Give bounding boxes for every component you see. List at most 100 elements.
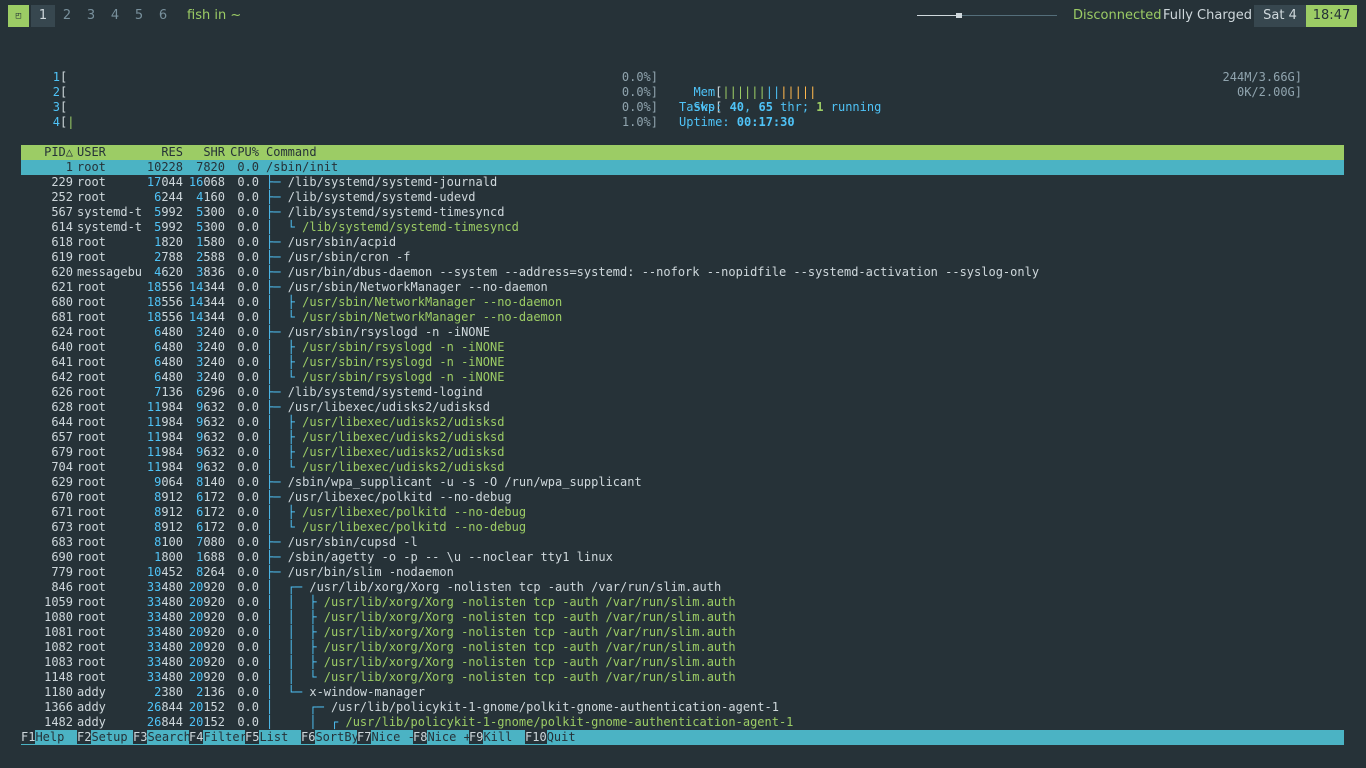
shr-cell: 9632 [196, 460, 225, 474]
table-row[interactable]: 657 root 11984 9632 0.0 │ ├ /usr/libexec/udis… [21, 430, 1344, 445]
threads-label: thr; [772, 100, 817, 114]
workspace-6[interactable]: 6 [151, 5, 175, 27]
fkey-label: Kill [483, 730, 527, 744]
table-row[interactable]: 628 root 11984 9632 0.0 ├─ /usr/libexec/udisk… [21, 400, 1344, 415]
cpu-cell: 0.0 [237, 400, 259, 414]
workspace-3[interactable]: 3 [79, 5, 103, 27]
table-row[interactable]: 252 root 6244 4160 0.0 ├─ /lib/systemd/system… [21, 190, 1344, 205]
grid-icon[interactable]: ◰ [8, 5, 29, 27]
table-row[interactable]: 1080 root 33480 20920 0.0 │ │ ├ /usr/lib/xorg… [21, 610, 1344, 625]
table-row[interactable]: 704 root 11984 9632 0.0 │ └ /usr/libexec/udis… [21, 460, 1344, 475]
table-row[interactable]: 1082 root 33480 20920 0.0 │ │ ├ /usr/lib/xorg… [21, 640, 1344, 655]
command-cell: ├─ /usr/libexec/udisks2/udisksd [266, 400, 490, 415]
fkey-f8[interactable]: F8Nice + [413, 730, 471, 745]
table-row[interactable]: 690 root 1800 1688 0.0 ├─ /sbin/agetty -o -p … [21, 550, 1344, 565]
shr-cell: 2136 [196, 685, 225, 699]
tasks-count: 40 [729, 100, 745, 114]
fkey-key: F9 [469, 730, 484, 744]
fkey-f1[interactable]: F1Help [21, 730, 79, 745]
table-row[interactable]: 626 root 7136 6296 0.0 ├─ /lib/systemd/system… [21, 385, 1344, 400]
table-row[interactable]: 1482 addy 26844 20152 0.0 │ │ ┌ /usr/lib/poli… [21, 715, 1344, 730]
table-row[interactable]: 618 root 1820 1580 0.0 ├─ /usr/sbin/acpid [21, 235, 1344, 250]
table-row[interactable]: 673 root 8912 6172 0.0 │ └ /usr/libexec/polki… [21, 520, 1344, 535]
workspace-2[interactable]: 2 [55, 5, 79, 27]
command-text: /usr/libexec/udisks2/udisksd [302, 415, 505, 429]
volume-knob[interactable] [956, 13, 963, 18]
table-row[interactable]: 683 root 8100 7080 0.0 ├─ /usr/sbin/cupsd -l [21, 535, 1344, 550]
workspace-5[interactable]: 5 [127, 5, 151, 27]
table-row[interactable]: 1 root 10228 7820 0.0/sbin/init [21, 160, 1344, 175]
table-row[interactable]: 629 root 9064 8140 0.0 ├─ /sbin/wpa_supplican… [21, 475, 1344, 490]
tree-branch: ├─ [266, 475, 288, 489]
table-row[interactable]: 1059 root 33480 20920 0.0 │ │ ├ /usr/lib/xorg… [21, 595, 1344, 610]
cpu-cell: 0.0 [237, 340, 259, 354]
table-row[interactable]: 624 root 6480 3240 0.0 ├─ /usr/sbin/rsyslogd … [21, 325, 1344, 340]
fkey-f5[interactable]: F5List [245, 730, 303, 745]
tree-branch: ├─ [266, 205, 288, 219]
shr-cell: 9632 [196, 400, 225, 414]
battery-status[interactable]: Fully Charged [1163, 5, 1252, 27]
col-pid[interactable]: PID△ [21, 145, 73, 160]
col-res[interactable]: RES [139, 145, 183, 160]
command-cell: │ └ /lib/systemd/systemd-timesyncd [266, 220, 519, 235]
tree-branch: │ ├ [266, 355, 303, 369]
table-row[interactable]: 846 root 33480 20920 0.0 │ ┌─ /usr/lib/xorg/X… [21, 580, 1344, 595]
pid-cell: 779 [51, 565, 73, 579]
fkey-f6[interactable]: F6SortBy [301, 730, 359, 745]
window-title: fish in ~ [187, 8, 242, 23]
table-row[interactable]: 229 root 17044 16068 0.0 ├─ /lib/systemd/syst… [21, 175, 1344, 190]
table-row[interactable]: 641 root 6480 3240 0.0 │ ├ /usr/sbin/rsyslogd… [21, 355, 1344, 370]
fkey-f3[interactable]: F3Search [133, 730, 191, 745]
table-row[interactable]: 671 root 8912 6172 0.0 │ ├ /usr/libexec/polki… [21, 505, 1344, 520]
table-row[interactable]: 679 root 11984 9632 0.0 │ ├ /usr/libexec/udis… [21, 445, 1344, 460]
user-cell: systemd-t [77, 205, 143, 219]
table-row[interactable]: 1148 root 33480 20920 0.0 │ │ └ /usr/lib/xorg… [21, 670, 1344, 685]
col-shr[interactable]: SHR [183, 145, 225, 160]
command-cell: │ ├ /usr/sbin/NetworkManager --no-daemon [266, 295, 562, 310]
pid-cell: 657 [51, 430, 73, 444]
fkey-f9[interactable]: F9Kill [469, 730, 527, 745]
workspace-1[interactable]: 1 [31, 5, 55, 27]
tree-branch: │ │ ├ [266, 640, 324, 654]
table-row[interactable]: 642 root 6480 3240 0.0 │ └ /usr/sbin/rsyslogd… [21, 370, 1344, 385]
col-user[interactable]: USER [77, 145, 147, 160]
table-row[interactable]: 1083 root 33480 20920 0.0 │ │ ├ /usr/lib/xorg… [21, 655, 1344, 670]
table-row[interactable]: 640 root 6480 3240 0.0 │ ├ /usr/sbin/rsyslogd… [21, 340, 1344, 355]
shr-cell: 20920 [188, 655, 225, 669]
table-row[interactable]: 1081 root 33480 20920 0.0 │ │ ├ /usr/lib/xorg… [21, 625, 1344, 640]
table-row[interactable]: 680 root 18556 14344 0.0 │ ├ /usr/sbin/Networ… [21, 295, 1344, 310]
table-row[interactable]: 644 root 11984 9632 0.0 │ ├ /usr/libexec/udis… [21, 415, 1344, 430]
fkey-f4[interactable]: F4Filter [189, 730, 247, 745]
command-text: /usr/sbin/rsyslogd -n -iNONE [302, 370, 505, 384]
table-row[interactable]: 779 root 10452 8264 0.0 ├─ /usr/bin/slim -nod… [21, 565, 1344, 580]
table-row[interactable]: 619 root 2788 2588 0.0 ├─ /usr/sbin/cron -f [21, 250, 1344, 265]
pid-cell: 1148 [44, 670, 73, 684]
shr-cell: 3240 [196, 355, 225, 369]
volume-slider[interactable] [917, 13, 1057, 18]
table-row[interactable]: 614 systemd-t 5992 5300 0.0 │ └ /lib/systemd/… [21, 220, 1344, 235]
col-cpu[interactable]: CPU% [225, 145, 259, 160]
network-status[interactable]: Disconnected [1073, 5, 1161, 27]
table-row[interactable]: 620 messagebu 4620 3836 0.0 ├─ /usr/bin/dbus-… [21, 265, 1344, 280]
col-command[interactable]: Command [266, 145, 317, 160]
table-row[interactable]: 621 root 18556 14344 0.0 ├─ /usr/sbin/Network… [21, 280, 1344, 295]
table-row[interactable]: 1180 addy 2380 2136 0.0 │ └─ x-window-manager [21, 685, 1344, 700]
shr-cell: 6172 [196, 520, 225, 534]
res-cell: 7136 [154, 385, 183, 399]
mem-meter: Mem[||||||||||||| [693, 85, 817, 99]
table-row[interactable]: 1366 addy 26844 20152 0.0 │ ┌─ /usr/lib/polic… [21, 700, 1344, 715]
shr-cell: 3240 [196, 370, 225, 384]
table-row[interactable]: 567 systemd-t 5992 5300 0.0 ├─ /lib/systemd/s… [21, 205, 1344, 220]
pid-cell: 640 [51, 340, 73, 354]
fkey-f2[interactable]: F2Setup [77, 730, 135, 745]
fkey-f7[interactable]: F7Nice - [357, 730, 415, 745]
table-row[interactable]: 670 root 8912 6172 0.0 ├─ /usr/libexec/polkit… [21, 490, 1344, 505]
table-row[interactable]: 681 root 18556 14344 0.0 │ └ /usr/sbin/Networ… [21, 310, 1344, 325]
tree-branch: ├─ [266, 535, 288, 549]
cpu-cell: 0.0 [237, 565, 259, 579]
fkey-f10[interactable]: F10Quit [525, 730, 576, 745]
workspace-4[interactable]: 4 [103, 5, 127, 27]
fkey-label: Quit [546, 730, 576, 744]
res-cell: 6244 [154, 190, 183, 204]
command-cell: ├─ /usr/sbin/cron -f [266, 250, 411, 265]
